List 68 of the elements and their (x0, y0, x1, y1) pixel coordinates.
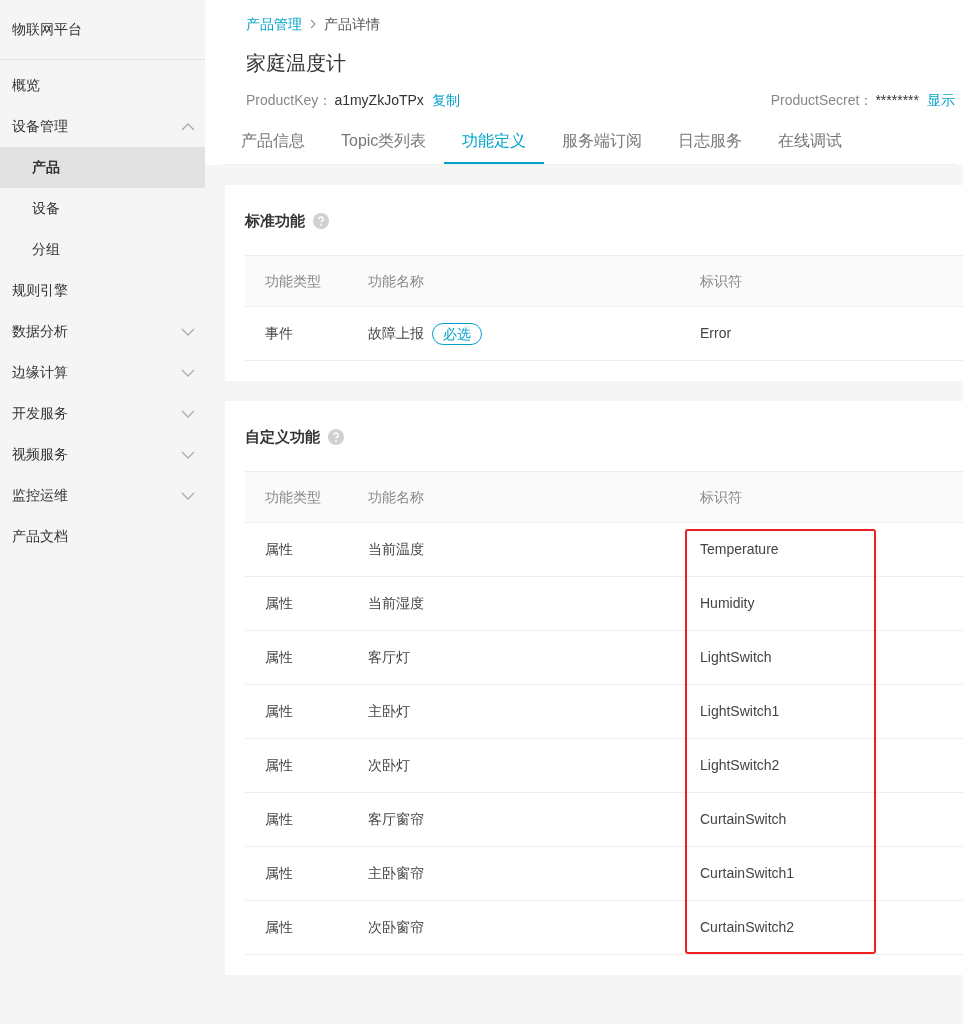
table-cell-text: 当前温度 (368, 540, 424, 559)
table-cell-text: 次卧窗帘 (368, 918, 424, 937)
app-title: 物联网平台 (12, 20, 82, 39)
page-title: 家庭温度计 (246, 51, 347, 76)
column-header: 功能名称 (368, 488, 424, 505)
table-cell: 属性 (265, 541, 293, 557)
table-cell: 属性 (265, 865, 293, 881)
table-cell: LightSwitch1 (700, 703, 780, 719)
sidebar-item[interactable]: 数据分析 (0, 311, 205, 352)
tab[interactable]: 日志服务 (660, 120, 761, 164)
table-cell: 事件 (265, 325, 293, 341)
sidebar-item[interactable]: 设备管理 (0, 106, 205, 147)
table-cell: 属性 (265, 757, 293, 773)
chevron-icon (181, 491, 195, 500)
help-icon[interactable] (328, 429, 344, 445)
table-cell-text: 次卧灯 (368, 756, 410, 775)
table-cell: Error (700, 325, 732, 341)
field-label: ProductSecret： (770, 90, 874, 110)
table-cell: 属性 (265, 811, 293, 827)
table-cell: 属性 (265, 649, 293, 665)
column-header: 功能名称 (368, 272, 424, 289)
chevron-icon (181, 327, 195, 336)
table-cell: 属性 (265, 703, 293, 719)
section-title: 标准功能 (245, 210, 305, 231)
table-cell: CurtainSwitch2 (700, 919, 795, 935)
table-cell: Humidity (700, 595, 755, 611)
table-cell: 属性 (265, 919, 293, 935)
table-cell: CurtainSwitch (700, 811, 787, 827)
sidebar-item[interactable]: 边缘计算 (0, 352, 205, 393)
column-header: 标识符 (700, 488, 742, 505)
sidebar-item[interactable]: 规则引擎 (0, 270, 205, 311)
column-header: 功能类型 (265, 488, 321, 505)
chevron-icon (181, 409, 195, 418)
chevron-right-icon (310, 19, 316, 29)
table-cell: 属性 (265, 595, 293, 611)
sidebar-item[interactable]: 概览 (0, 65, 205, 106)
table-cell: Temperature (700, 541, 779, 557)
sidebar-subitem[interactable]: 设备 (0, 188, 205, 229)
chevron-icon (181, 450, 195, 459)
table-cell-text: 客厅窗帘 (368, 810, 424, 829)
tab[interactable]: Topic类列表 (323, 120, 445, 164)
field-value: a1myZkJoTPx (334, 90, 424, 110)
table-cell-text: 当前湿度 (368, 594, 424, 613)
tab[interactable]: 服务端订阅 (544, 120, 661, 164)
sidebar-item[interactable]: 产品文档 (0, 516, 205, 557)
sidebar-item[interactable]: 视频服务 (0, 434, 205, 475)
help-icon[interactable] (313, 213, 329, 229)
table-cell-text: 故障上报 (368, 324, 424, 343)
sidebar-item[interactable]: 监控运维 (0, 475, 205, 516)
table-cell: LightSwitch (700, 649, 772, 665)
tab[interactable]: 在线调试 (760, 120, 861, 164)
table-cell: CurtainSwitch1 (700, 865, 795, 881)
table-cell-text: 主卧灯 (368, 702, 410, 721)
column-header: 标识符 (700, 272, 742, 289)
tab[interactable]: 产品信息 (223, 120, 323, 164)
field-label: ProductKey： (246, 90, 333, 110)
chevron-icon (181, 368, 195, 377)
breadcrumb-current: 产品详情 (324, 14, 380, 34)
sidebar-subitem[interactable]: 产品 (0, 147, 205, 188)
table-cell-text: 主卧窗帘 (368, 864, 424, 883)
chevron-icon (181, 122, 195, 131)
table-cell: LightSwitch2 (700, 757, 780, 773)
section-title: 自定义功能 (245, 426, 320, 447)
field-value: ******** (875, 90, 919, 110)
table-cell-text: 客厅灯 (368, 648, 410, 667)
sidebar-subitem[interactable]: 分组 (0, 229, 205, 270)
sidebar-item[interactable]: 开发服务 (0, 393, 205, 434)
column-header: 功能类型 (265, 272, 321, 289)
